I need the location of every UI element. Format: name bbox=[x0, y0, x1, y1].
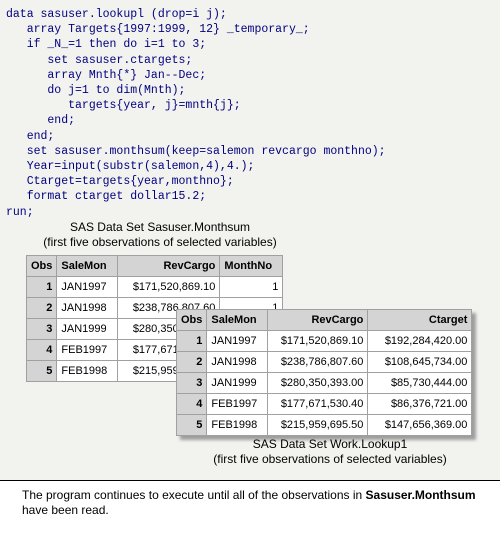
lookup1-caption-subtitle: (first five observations of selected var… bbox=[213, 452, 447, 466]
table-row: 3 JAN1999 $280,350,393.00 $85,730,444.00 bbox=[177, 373, 472, 393]
obs-cell: 4 bbox=[27, 340, 57, 360]
lookup1-table: Obs SaleMon RevCargo Ctarget 1 JAN1997 $… bbox=[176, 309, 473, 436]
obs-cell: 5 bbox=[27, 361, 57, 381]
table-cell: $192,284,420.00 bbox=[368, 331, 472, 351]
table-cell: $238,786,807.60 bbox=[268, 352, 368, 372]
table-cell: $280,350,393.00 bbox=[268, 373, 368, 393]
table-cell: $215,959,695.50 bbox=[268, 415, 368, 435]
table-cell: $147,656,369.00 bbox=[368, 415, 472, 435]
table-row: 2 JAN1998 $238,786,807.60 $108,645,734.0… bbox=[177, 352, 472, 372]
obs-cell: 5 bbox=[177, 415, 207, 435]
table-cell: $171,520,869.10 bbox=[268, 331, 368, 351]
obs-cell: 1 bbox=[177, 331, 207, 351]
obs-cell: 2 bbox=[27, 298, 57, 318]
code-line: format ctarget dollar15.2; bbox=[6, 190, 207, 204]
code-line: end; bbox=[6, 114, 76, 128]
code-line: targets{year, j}=mnth{j}; bbox=[6, 99, 241, 113]
lookup1-caption-title: SAS Data Set Work.Lookup1 bbox=[252, 437, 408, 451]
table-cell: $108,645,734.00 bbox=[368, 352, 472, 372]
code-line: data sasuser.lookupl (drop=i j); bbox=[6, 8, 227, 21]
table-cell: $177,671,530.40 bbox=[268, 394, 368, 414]
monthsum-caption-subtitle: (first five observations of selected var… bbox=[43, 235, 277, 249]
table-cell: $171,520,869.10 bbox=[118, 277, 220, 297]
column-header: RevCargo bbox=[118, 256, 220, 276]
table-header-row: Obs SaleMon RevCargo Ctarget bbox=[177, 310, 472, 330]
explanation-text-start: The program continues to execute until a… bbox=[22, 488, 366, 502]
code-line: do j=1 to dim(Mnth); bbox=[6, 84, 186, 98]
code-line: array Mnth{*} Jan--Dec; bbox=[6, 68, 207, 82]
code-line: Year=input(substr(salemon,4),4.); bbox=[6, 160, 255, 174]
table-cell: 1 bbox=[220, 277, 283, 297]
column-header: Obs bbox=[177, 310, 207, 330]
table-cell: JAN1999 bbox=[57, 319, 118, 339]
code-line: array Targets{1997:1999, 12} _temporary_… bbox=[6, 23, 310, 37]
explanation-text: The program continues to execute until a… bbox=[22, 488, 492, 518]
illustration-panel: data sasuser.lookupl (drop=i j); array T… bbox=[0, 0, 500, 480]
monthsum-caption: SAS Data Set Sasuser.Monthsum (first fiv… bbox=[20, 220, 300, 250]
explanation-text-end: have been read. bbox=[22, 503, 109, 517]
column-header: MonthNo bbox=[220, 256, 283, 276]
table-row: 4 FEB1997 $177,671,530.40 $86,376,721.00 bbox=[177, 394, 472, 414]
obs-cell: 4 bbox=[177, 394, 207, 414]
obs-cell: 3 bbox=[27, 319, 57, 339]
table-row: 1 JAN1997 $171,520,869.10 1 bbox=[27, 277, 283, 297]
code-line: set sasuser.ctargets; bbox=[6, 53, 193, 67]
table-row: 5 FEB1998 $215,959,695.50 $147,656,369.0… bbox=[177, 415, 472, 435]
code-line: if _N_=1 then do i=1 to 3; bbox=[6, 38, 207, 52]
code-line: end; bbox=[6, 129, 55, 143]
sas-code-block: data sasuser.lookupl (drop=i j); array T… bbox=[6, 7, 386, 220]
code-line: Ctarget=targets{year,monthno}; bbox=[6, 175, 234, 189]
table-cell: JAN1998 bbox=[57, 298, 118, 318]
code-line: run; bbox=[6, 205, 34, 219]
table-cell: FEB1998 bbox=[207, 415, 268, 435]
table-header-row: Obs SaleMon RevCargo MonthNo bbox=[27, 256, 283, 276]
table-cell: JAN1999 bbox=[207, 373, 268, 393]
table-row: 1 JAN1997 $171,520,869.10 $192,284,420.0… bbox=[177, 331, 472, 351]
table-cell: JAN1997 bbox=[207, 331, 268, 351]
monthsum-caption-title: SAS Data Set Sasuser.Monthsum bbox=[69, 220, 251, 234]
code-line: set sasuser.monthsum(keep=salemon revcar… bbox=[6, 144, 386, 158]
table-cell: JAN1998 bbox=[207, 352, 268, 372]
column-header: RevCargo bbox=[268, 310, 368, 330]
table-cell: $86,376,721.00 bbox=[368, 394, 472, 414]
table-cell: FEB1998 bbox=[57, 361, 118, 381]
obs-cell: 1 bbox=[27, 277, 57, 297]
table-cell: FEB1997 bbox=[207, 394, 268, 414]
column-header: SaleMon bbox=[207, 310, 268, 330]
table-cell: FEB1997 bbox=[57, 340, 118, 360]
lookup1-caption: SAS Data Set Work.Lookup1 (first five ob… bbox=[200, 437, 460, 467]
column-header: Ctarget bbox=[368, 310, 472, 330]
table-cell: JAN1997 bbox=[57, 277, 118, 297]
column-header: SaleMon bbox=[57, 256, 118, 276]
obs-cell: 2 bbox=[177, 352, 207, 372]
obs-cell: 3 bbox=[177, 373, 207, 393]
divider bbox=[0, 480, 500, 481]
column-header: Obs bbox=[27, 256, 57, 276]
dataset-name: Sasuser.Monthsum bbox=[365, 488, 476, 502]
table-cell: $85,730,444.00 bbox=[368, 373, 472, 393]
